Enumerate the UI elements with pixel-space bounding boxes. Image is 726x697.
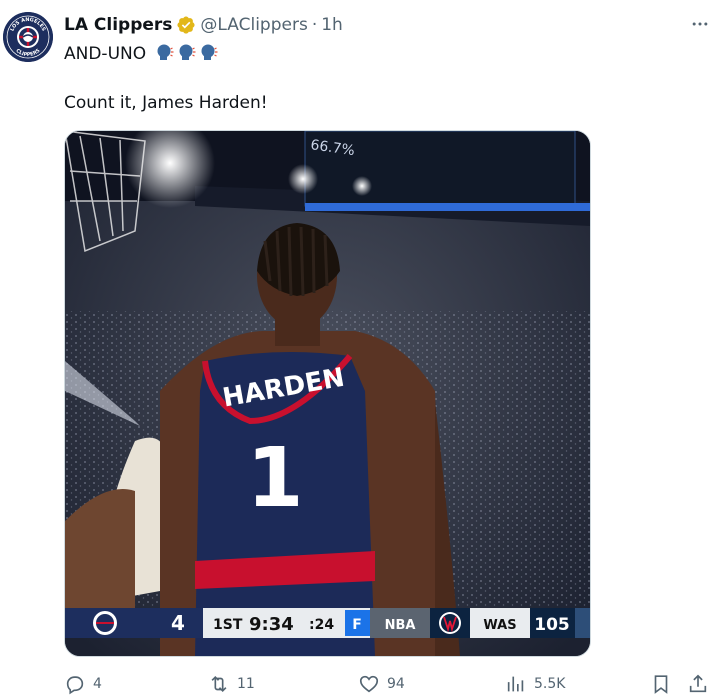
- tweet-text-and-uno: AND-UNO: [64, 44, 147, 64]
- reply-icon: [66, 676, 84, 695]
- views-button[interactable]: 5.5K: [505, 672, 565, 696]
- network-label: NBA: [385, 618, 416, 633]
- game-period: 1ST: [213, 617, 243, 633]
- timestamp[interactable]: 1h: [321, 15, 343, 35]
- tweet-media[interactable]: 66.7% HARDEN 1 4 1ST 9:34:24 F NBA WAS …: [64, 130, 591, 657]
- tweet-text-line2: Count it, James Harden!: [64, 93, 268, 113]
- handle[interactable]: @LAClippers: [200, 15, 307, 35]
- scoreboard: 4 1ST 9:34 :24 F NBA WAS 105: [65, 608, 590, 638]
- like-count: 94: [387, 676, 405, 692]
- home-score: 4: [171, 611, 185, 635]
- verified-badge-icon[interactable]: [176, 15, 196, 35]
- separator-dot: ·: [311, 15, 318, 35]
- share-button[interactable]: [687, 672, 716, 696]
- avatar[interactable]: LOS ANGELES CLIPPERS: [3, 12, 53, 62]
- repost-button[interactable]: 11: [208, 672, 255, 696]
- display-name[interactable]: LA Clippers: [64, 15, 172, 35]
- speaking-head-emoji-icon: [201, 44, 218, 60]
- away-team: WAS: [483, 618, 516, 633]
- repost-count: 11: [237, 676, 255, 692]
- bookmark-icon: [654, 675, 668, 694]
- shot-clock: :24: [309, 617, 334, 633]
- repost-icon: [211, 675, 227, 693]
- tweet-text-line1: AND-UNO: [64, 42, 218, 65]
- share-icon: [689, 674, 707, 693]
- away-score: 105: [534, 615, 570, 635]
- reply-count: 4: [93, 676, 102, 692]
- basketball-video-frame: 66.7% HARDEN 1 4 1ST 9:34:24 F NBA WAS …: [65, 131, 590, 656]
- like-button[interactable]: 94: [358, 672, 405, 696]
- speaking-head-emoji-icon: [157, 44, 174, 60]
- tweet-actions: 4 11 94 5.5K: [64, 672, 714, 696]
- heart-icon: [359, 675, 379, 693]
- more-options-icon[interactable]: [688, 12, 712, 36]
- tweet-header: LA Clippers @LAClippers · 1h: [64, 13, 343, 37]
- reply-button[interactable]: 4: [64, 672, 102, 696]
- bookmark-button[interactable]: [650, 672, 679, 696]
- clippers-logo-icon: LOS ANGELES CLIPPERS: [3, 12, 53, 62]
- speaking-head-emoji-icon: [179, 44, 196, 60]
- game-clock: 9:34: [249, 614, 294, 635]
- sponsor-logo-icon: F: [352, 617, 362, 633]
- views-chart-icon: [507, 676, 524, 692]
- view-count: 5.5K: [534, 676, 566, 692]
- jersey-number: 1: [246, 431, 303, 526]
